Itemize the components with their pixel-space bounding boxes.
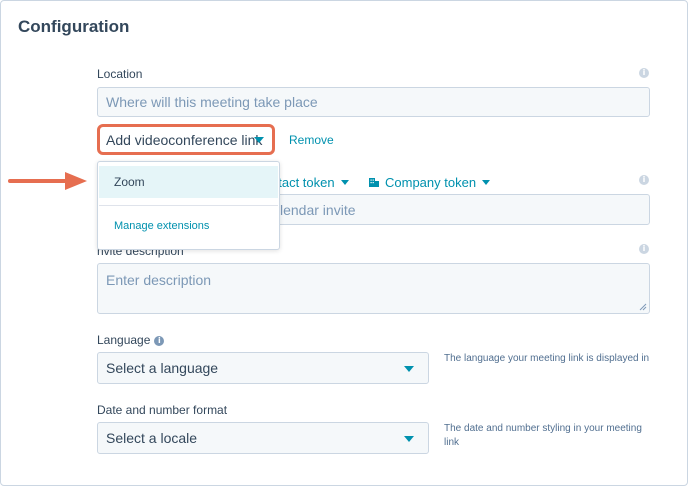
add-videoconference-label: Add videoconference link bbox=[106, 131, 263, 148]
location-info-icon[interactable]: i bbox=[639, 68, 649, 78]
contact-token-label: ntact token bbox=[271, 175, 335, 190]
chevron-down-icon bbox=[482, 180, 491, 185]
invite-description-info-icon[interactable]: i bbox=[639, 244, 649, 254]
date-format-help-line1: The date and number styling in your meet… bbox=[444, 423, 642, 434]
invite-description-placeholder: Enter description bbox=[106, 272, 212, 288]
chevron-down-icon bbox=[254, 137, 264, 143]
annotation-arrow-icon bbox=[65, 172, 87, 190]
section-title: Configuration bbox=[18, 17, 130, 36]
locale-selected-value: Select a locale bbox=[106, 430, 198, 446]
language-select[interactable]: Select a language bbox=[97, 352, 429, 384]
language-selected-value: Select a language bbox=[106, 360, 219, 376]
dropdown-divider bbox=[99, 205, 278, 206]
chevron-down-icon bbox=[404, 366, 414, 372]
add-videoconference-link-button[interactable]: Add videoconference link bbox=[97, 124, 275, 155]
dropdown-item-manage-extensions[interactable]: Manage extensions bbox=[114, 220, 209, 232]
locale-select[interactable]: Select a locale bbox=[97, 422, 429, 454]
chevron-down-icon bbox=[404, 436, 414, 442]
remove-link[interactable]: Remove bbox=[289, 133, 334, 147]
company-token-button[interactable]: Company token bbox=[368, 175, 491, 190]
title-placeholder: lendar invite bbox=[280, 201, 356, 218]
videoconference-dropdown-menu: Zoom Manage extensions bbox=[97, 161, 280, 250]
contact-token-button[interactable]: ntact token bbox=[271, 175, 349, 190]
date-format-help-line2: link bbox=[444, 437, 460, 448]
date-format-label: Date and number format bbox=[97, 403, 228, 417]
resize-handle-icon[interactable] bbox=[639, 303, 647, 311]
language-label-text: Language bbox=[97, 333, 151, 347]
language-label: Language i bbox=[97, 333, 165, 347]
invite-description-textarea[interactable]: Enter description bbox=[97, 263, 650, 314]
date-format-help-text: The date and number styling in your meet… bbox=[444, 422, 659, 450]
location-label: Location bbox=[97, 67, 143, 81]
configuration-panel: Configuration Location i Where will this… bbox=[0, 0, 688, 486]
company-token-label: Company token bbox=[385, 175, 477, 190]
location-input[interactable]: Where will this meeting take place bbox=[97, 87, 650, 117]
chevron-down-icon bbox=[340, 180, 349, 185]
title-info-icon[interactable]: i bbox=[639, 175, 649, 185]
language-help-text: The language your meeting link is displa… bbox=[444, 353, 650, 364]
location-placeholder: Where will this meeting take place bbox=[106, 94, 318, 110]
language-info-icon[interactable]: i bbox=[154, 336, 165, 346]
dropdown-item-zoom[interactable]: Zoom bbox=[99, 166, 278, 198]
building-icon bbox=[369, 178, 379, 187]
annotation-arrow-shaft bbox=[8, 179, 68, 183]
